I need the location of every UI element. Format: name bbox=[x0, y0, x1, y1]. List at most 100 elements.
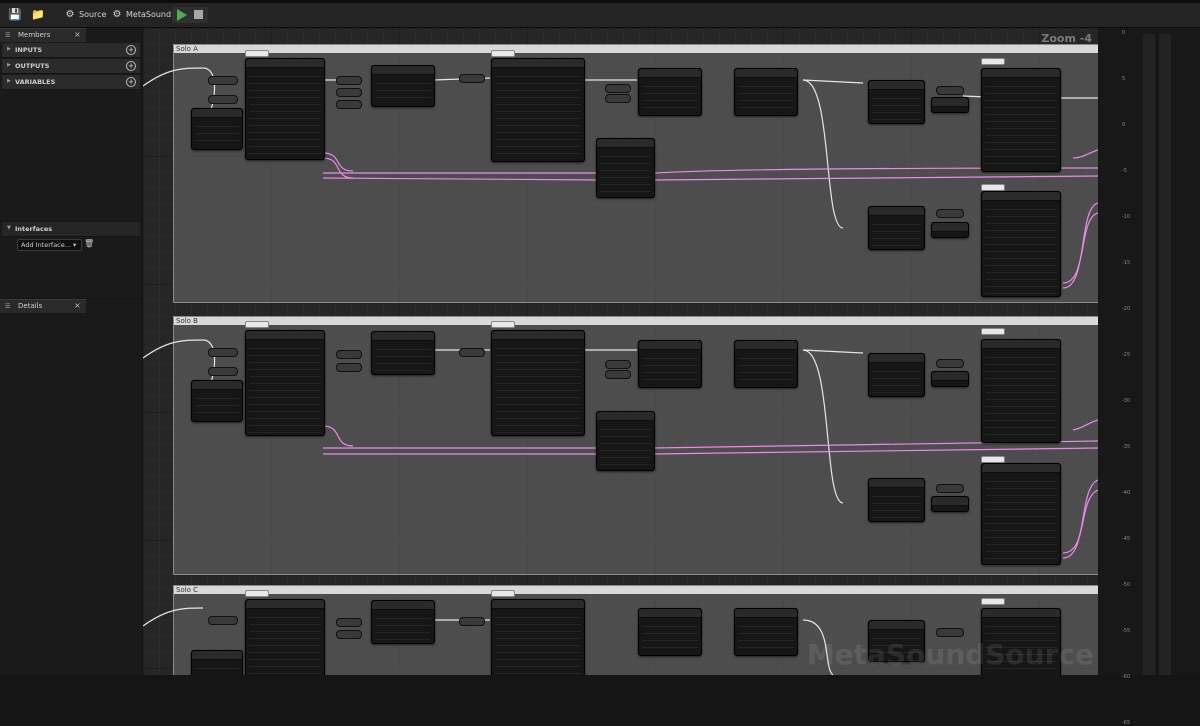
graph-node[interactable] bbox=[491, 599, 585, 675]
graph-node[interactable] bbox=[336, 618, 362, 627]
graph-node[interactable] bbox=[208, 367, 238, 376]
save-icon[interactable]: 💾 bbox=[8, 8, 22, 22]
graph-node[interactable] bbox=[605, 84, 631, 93]
chevron-right-icon: ▶ bbox=[7, 78, 11, 84]
graph-node[interactable] bbox=[336, 630, 362, 639]
meter-tick-label: -45 bbox=[1122, 536, 1131, 542]
graph-node[interactable] bbox=[868, 206, 925, 250]
graph-node[interactable] bbox=[371, 600, 435, 644]
graph-node[interactable] bbox=[336, 88, 362, 97]
graph-node[interactable] bbox=[336, 76, 362, 85]
graph-node[interactable] bbox=[371, 331, 435, 375]
meter-tick-label: 0 bbox=[1122, 30, 1126, 36]
graph-node[interactable] bbox=[191, 650, 243, 675]
meter-tick-label: -65 bbox=[1122, 720, 1131, 726]
graph-node[interactable] bbox=[336, 363, 362, 372]
graph-node[interactable] bbox=[734, 608, 798, 656]
graph-node[interactable] bbox=[981, 339, 1061, 443]
graph-node[interactable] bbox=[981, 191, 1061, 297]
note-tag bbox=[981, 184, 1005, 191]
graph-node[interactable] bbox=[245, 330, 325, 436]
graph-node[interactable] bbox=[459, 348, 485, 357]
section-variables[interactable]: ▶ VARIABLES + bbox=[2, 75, 140, 90]
graph-node[interactable] bbox=[931, 222, 969, 238]
close-icon[interactable]: × bbox=[74, 301, 81, 310]
graph-node[interactable] bbox=[371, 65, 435, 107]
chevron-down-icon: ▼ bbox=[7, 225, 11, 231]
note-tag bbox=[491, 321, 515, 328]
meter-tick-label: -10 bbox=[1122, 214, 1131, 220]
section-outputs[interactable]: ▶ OUTPUTS + bbox=[2, 59, 140, 74]
graph-node[interactable] bbox=[936, 209, 964, 218]
add-interface-dropdown[interactable]: Add Interface... ▾ bbox=[17, 239, 82, 251]
note-tag bbox=[491, 590, 515, 597]
graph-node[interactable] bbox=[638, 340, 702, 388]
graph-node[interactable] bbox=[208, 616, 238, 625]
graph-node[interactable] bbox=[605, 94, 631, 103]
graph-canvas[interactable]: Zoom -4 Solo A Solo B Solo C MetaSoundSo… bbox=[143, 28, 1098, 675]
meter-tick-label: 0 bbox=[1122, 122, 1126, 128]
meter-track bbox=[1159, 34, 1171, 675]
meter-tick-label: -40 bbox=[1122, 490, 1131, 496]
graph-node[interactable] bbox=[638, 608, 702, 656]
graph-node[interactable] bbox=[336, 350, 362, 359]
graph-node[interactable] bbox=[936, 86, 964, 95]
graph-node[interactable] bbox=[936, 359, 964, 368]
source-button[interactable]: ⚙ Source bbox=[63, 7, 107, 23]
note-tag bbox=[245, 50, 269, 57]
stop-icon[interactable] bbox=[194, 10, 203, 19]
graph-node[interactable] bbox=[245, 58, 325, 160]
graph-node[interactable] bbox=[931, 496, 969, 512]
meter-tick-label: -35 bbox=[1122, 444, 1131, 450]
playback-controls bbox=[172, 7, 208, 23]
graph-node[interactable] bbox=[981, 463, 1061, 565]
graph-node[interactable] bbox=[981, 68, 1061, 172]
graph-node[interactable] bbox=[605, 370, 631, 379]
meter-tick-label: -30 bbox=[1122, 398, 1131, 404]
graph-node[interactable] bbox=[734, 68, 798, 116]
graph-node[interactable] bbox=[191, 380, 243, 422]
graph-node[interactable] bbox=[936, 484, 964, 493]
meter-tick-label: -55 bbox=[1122, 628, 1131, 634]
chevron-right-icon: ▶ bbox=[7, 46, 11, 52]
chevron-right-icon: ▶ bbox=[7, 62, 11, 68]
graph-node[interactable] bbox=[638, 68, 702, 116]
details-tab[interactable]: ☰ Details × bbox=[0, 299, 86, 313]
graph-node[interactable] bbox=[596, 138, 655, 198]
note-tag bbox=[981, 328, 1005, 335]
metasound-button[interactable]: ⚙ MetaSound bbox=[110, 7, 172, 23]
browse-icon[interactable]: 📁 bbox=[31, 8, 45, 22]
note-tag bbox=[245, 321, 269, 328]
graph-node[interactable] bbox=[336, 100, 362, 109]
meter-tick-label: 5 bbox=[1122, 76, 1126, 82]
graph-node[interactable] bbox=[208, 95, 238, 104]
section-inputs[interactable]: ▶ INPUTS + bbox=[2, 43, 140, 58]
graph-node[interactable] bbox=[208, 76, 238, 85]
graph-node[interactable] bbox=[191, 108, 243, 150]
play-icon[interactable] bbox=[177, 9, 187, 21]
graph-node[interactable] bbox=[245, 599, 325, 675]
add-icon[interactable]: + bbox=[126, 77, 136, 87]
graph-node[interactable] bbox=[931, 371, 969, 387]
meter-tick-label: -25 bbox=[1122, 352, 1131, 358]
interfaces-header[interactable]: ▼ Interfaces bbox=[2, 222, 140, 237]
graph-node[interactable] bbox=[459, 74, 485, 83]
graph-node[interactable] bbox=[868, 478, 925, 522]
graph-node[interactable] bbox=[868, 353, 925, 397]
close-icon[interactable]: × bbox=[74, 30, 81, 39]
members-tab[interactable]: ☰ Members × bbox=[0, 28, 86, 42]
graph-node[interactable] bbox=[936, 628, 964, 637]
graph-node[interactable] bbox=[868, 80, 925, 124]
graph-node[interactable] bbox=[605, 360, 631, 369]
graph-node[interactable] bbox=[734, 340, 798, 388]
graph-node[interactable] bbox=[491, 330, 585, 436]
graph-node[interactable] bbox=[208, 348, 238, 357]
graph-node[interactable] bbox=[596, 411, 655, 471]
note-tag bbox=[491, 50, 515, 57]
trash-icon[interactable]: 🗑 bbox=[84, 239, 94, 248]
graph-node[interactable] bbox=[459, 617, 485, 626]
add-icon[interactable]: + bbox=[126, 45, 136, 55]
graph-node[interactable] bbox=[931, 97, 969, 113]
add-icon[interactable]: + bbox=[126, 61, 136, 71]
graph-node[interactable] bbox=[491, 58, 585, 162]
